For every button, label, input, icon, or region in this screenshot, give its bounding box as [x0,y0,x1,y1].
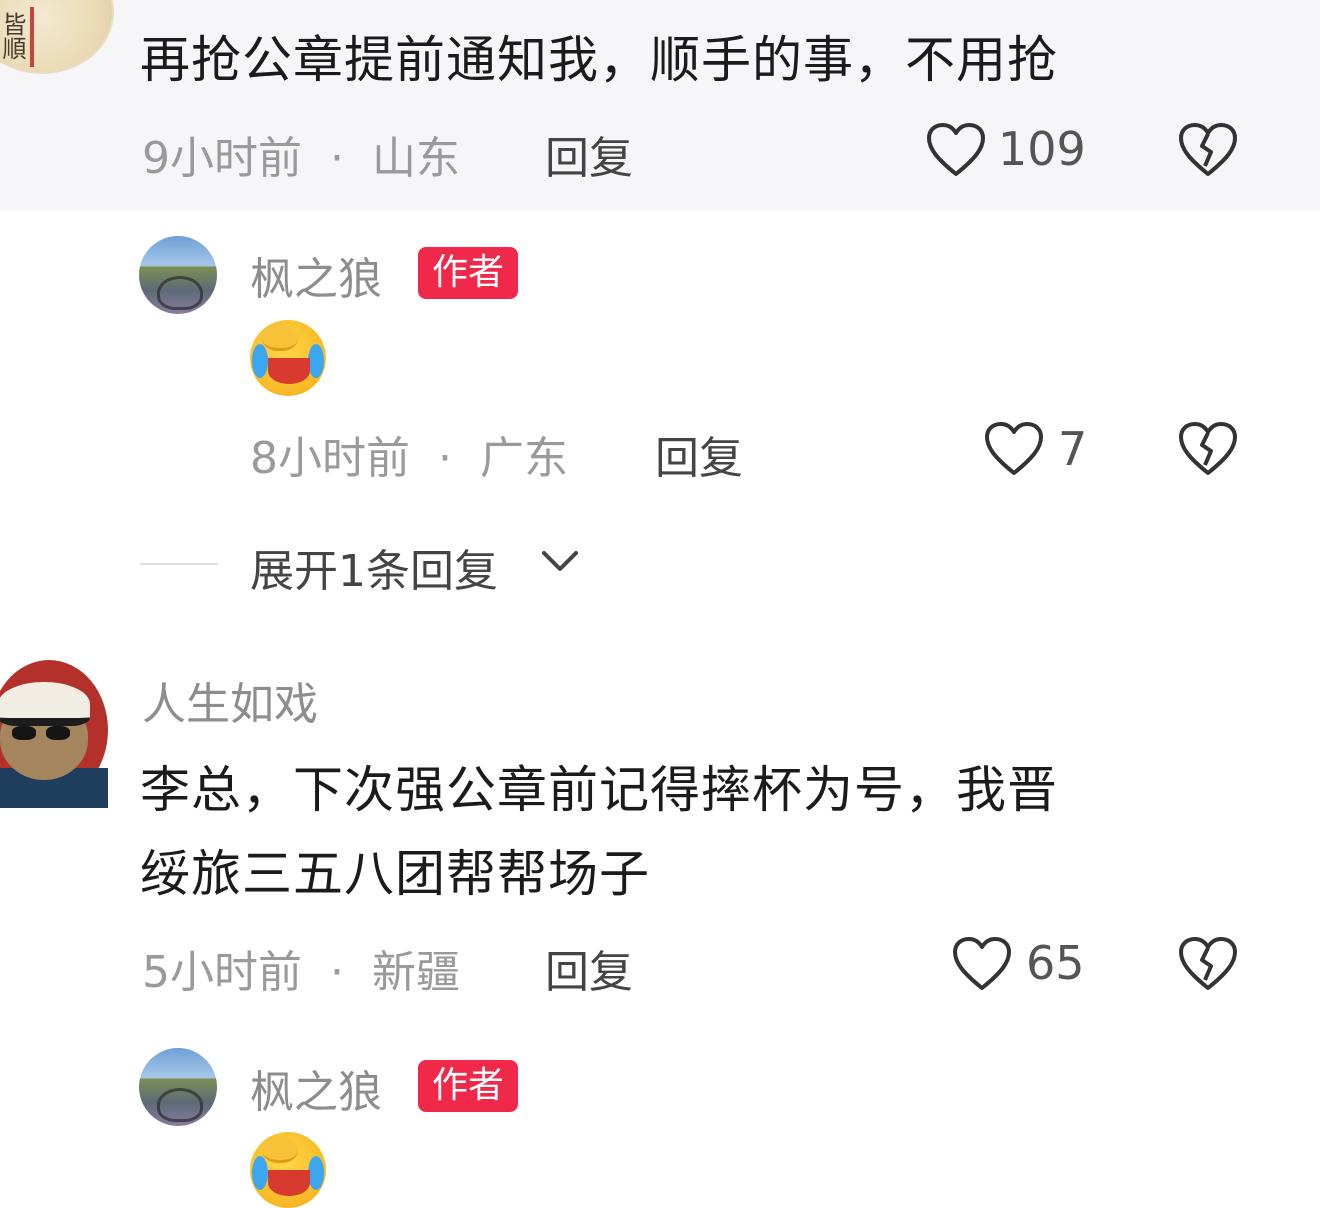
author-badge: 作者 [418,1060,519,1112]
author-username[interactable]: 枫之狼 [250,243,382,307]
author-badge: 作者 [418,247,519,299]
dislike-broken-heart-icon[interactable] [1178,936,1238,992]
comment-location: 山东 [372,133,460,184]
crying-laughing-emoji-icon [250,1132,326,1208]
comment-time: 5小时前 [142,947,302,998]
dislike-broken-heart-icon[interactable] [1178,421,1238,477]
meta-separator: · [330,947,344,998]
expand-replies-label: 展开1条回复 [250,546,498,597]
like-count: 109 [998,122,1086,176]
reply-button[interactable]: 回复 [655,422,743,486]
expand-divider [140,563,218,565]
comment-meta: 9小时前 · 山东 [142,122,460,186]
reply-button[interactable]: 回复 [545,122,633,186]
comment-text-line: 绥旅三五八团帮帮场子 [140,845,650,903]
dislike-broken-heart-icon[interactable] [1178,122,1238,178]
comment-location: 新疆 [372,947,460,998]
comment-meta: 8小时前 · 广东 [250,422,568,486]
expand-replies-button[interactable]: 展开1条回复 [250,535,498,599]
author-avatar[interactable] [139,1048,217,1126]
reply-button[interactable]: 回复 [545,936,633,1000]
comment-text: 再抢公章提前通知我，顺手的事，不用抢 [140,31,1058,89]
like-count: 65 [1026,936,1085,990]
comment-meta: 5小时前 · 新疆 [142,936,460,1000]
crying-laughing-emoji-icon [250,320,326,396]
like-heart-icon[interactable] [952,936,1012,992]
meta-separator: · [330,133,344,184]
comment-time: 8小时前 [250,433,410,484]
like-heart-icon[interactable] [926,122,986,178]
author-username[interactable]: 枫之狼 [250,1056,382,1120]
meta-separator: · [438,433,452,484]
comment-time: 9小时前 [142,133,302,184]
author-avatar[interactable] [139,236,217,314]
like-heart-icon[interactable] [984,421,1044,477]
chevron-down-icon[interactable] [540,547,580,577]
user-avatar[interactable] [0,660,108,808]
username[interactable]: 人生如戏 [142,668,318,732]
comment-location: 广东 [480,433,568,484]
comment-text-line: 李总，下次强公章前记得摔杯为号，我晋 [140,761,1058,819]
like-count: 7 [1058,422,1088,476]
